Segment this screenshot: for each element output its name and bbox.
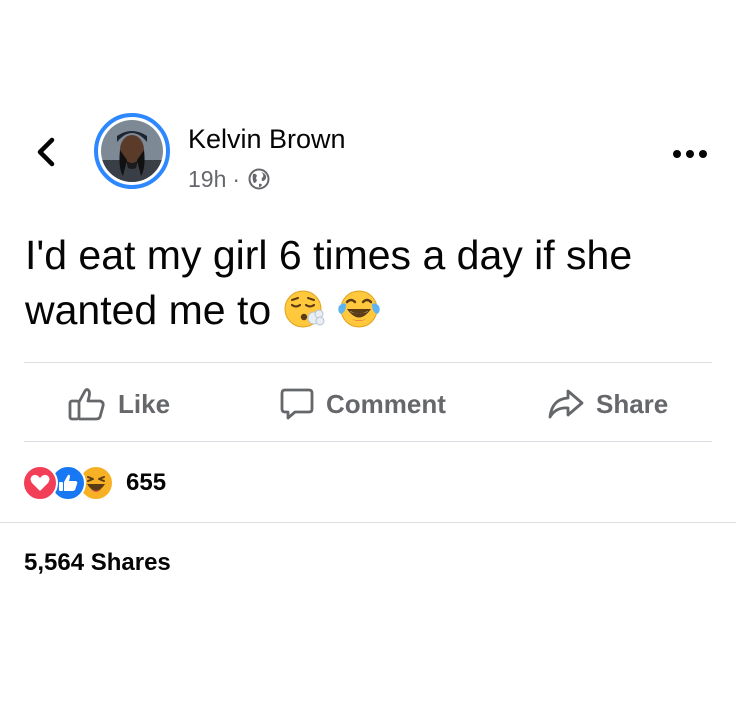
divider: [0, 522, 736, 523]
love-reaction-icon: [22, 465, 58, 501]
shares-count[interactable]: 5,564 Shares: [24, 549, 171, 577]
chevron-left-icon: [37, 137, 55, 167]
post-time[interactable]: 19h: [188, 166, 226, 193]
avatar[interactable]: [94, 113, 170, 189]
share-arrow-icon: [548, 389, 584, 419]
globe-icon: [248, 168, 270, 190]
profile-photo: [101, 120, 163, 182]
thumbs-up-icon: [68, 388, 105, 421]
share-label: Share: [596, 388, 669, 419]
like-button[interactable]: Like: [68, 384, 170, 424]
author-name[interactable]: Kelvin Brown: [188, 124, 346, 155]
like-label: Like: [118, 388, 171, 419]
divider: [24, 362, 712, 363]
reactions-summary[interactable]: 655: [22, 465, 166, 501]
meta-separator: ·: [232, 165, 241, 192]
face-exhaling-emoji: [284, 290, 325, 328]
more-options-button[interactable]: [670, 144, 710, 164]
comment-icon: [280, 388, 314, 420]
post-text: I'd eat my girl 6 times a day if she wan…: [25, 228, 715, 344]
share-button[interactable]: Share: [548, 384, 668, 424]
divider: [24, 441, 712, 442]
post-meta: 19h ·: [188, 166, 270, 192]
comment-label: Comment: [326, 388, 446, 419]
more-options-icon: [673, 150, 707, 158]
back-button[interactable]: [32, 134, 60, 170]
comment-button[interactable]: Comment: [280, 384, 446, 424]
reaction-count[interactable]: 655: [126, 469, 166, 497]
tears-of-joy-emoji: [337, 290, 380, 328]
